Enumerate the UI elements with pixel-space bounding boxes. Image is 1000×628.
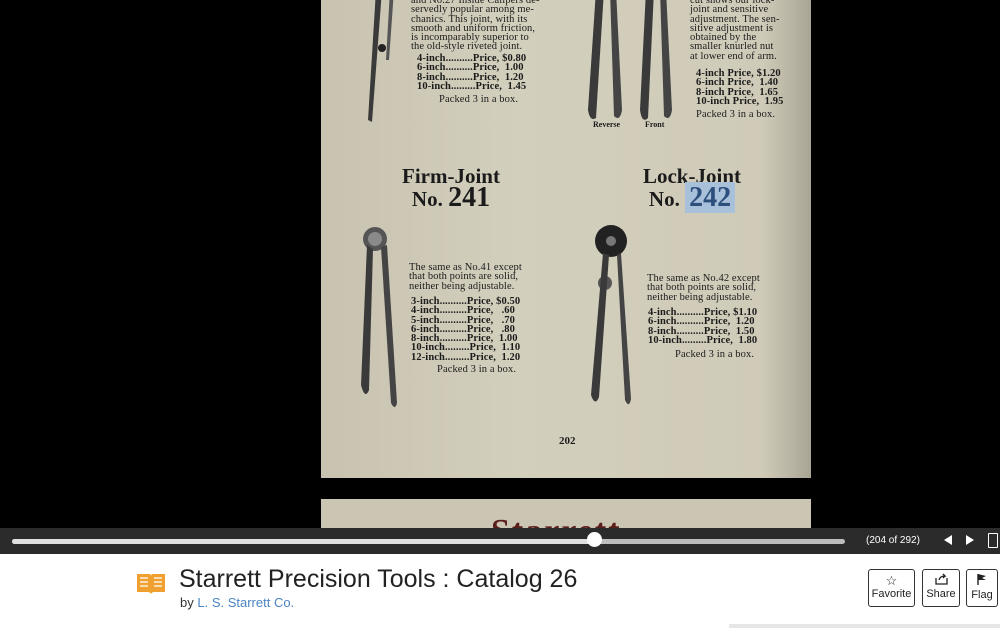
by-label: by [180, 595, 194, 610]
item-title: Starrett Precision Tools : Catalog 26 [179, 565, 578, 593]
star-icon: ☆ [885, 573, 898, 588]
author-link[interactable]: L. S. Starrett Co. [197, 595, 294, 610]
next-page-heading: Starrett [491, 513, 622, 528]
item-info-bar: Starrett Precision Tools : Catalog 26 by… [0, 554, 1000, 628]
caption-front: Front [645, 120, 665, 129]
right-prices: 4-inch..........Price, $1.10 6-inch.....… [648, 307, 758, 346]
favorite-button[interactable]: ☆ Favorite [868, 569, 915, 607]
share-icon [923, 573, 959, 588]
top-left-prices: 4-inch..........Price, $0.80 6-inch.....… [417, 53, 527, 92]
flag-label: Flag [971, 589, 993, 601]
scroll-indicator [729, 624, 1000, 628]
favorite-label: Favorite [871, 588, 912, 600]
top-right-prices: 4-inch Price, $1.20 6-inch Price, 1.40 8… [696, 68, 784, 107]
scrubber-track[interactable] [12, 539, 845, 544]
caption-reverse: Reverse [593, 120, 621, 129]
flag-button[interactable]: Flag [966, 569, 998, 607]
lock-joint-heading: Lock-Joint No. 242 [642, 164, 741, 213]
triangle-left-icon [944, 535, 952, 545]
page-number: 202 [559, 435, 576, 447]
share-label: Share [926, 588, 956, 600]
left-packed: Packed 3 in a box. [437, 364, 517, 375]
fullscreen-icon[interactable] [988, 533, 998, 548]
left-description: The same as No.41 except that both point… [409, 262, 522, 292]
top-right-packed: Packed 3 in a box. [696, 109, 776, 120]
left-prices: 3-inch..........Price, $0.50 4-inch.....… [411, 296, 521, 363]
flag-icon [967, 573, 997, 589]
top-left-description: and No.27 Inside Calipers de- servedly p… [411, 0, 540, 53]
right-description: The same as No.42 except that both point… [647, 273, 760, 303]
right-packed: Packed 3 in a box. [675, 349, 755, 360]
book-icon [135, 570, 167, 601]
scrubber-progress [12, 539, 594, 544]
next-page-button[interactable] [965, 534, 975, 549]
top-left-packed: Packed 3 in a box. [439, 94, 519, 105]
previous-page-button[interactable] [943, 534, 953, 549]
scrubber-handle[interactable] [586, 532, 602, 547]
next-book-page: Starrett [321, 499, 811, 528]
book-page: and No.27 Inside Calipers de- servedly p… [321, 0, 811, 478]
page-scrubber[interactable]: (204 of 292) [0, 528, 1000, 554]
top-right-description: cut shows our lock- joint and sensitive … [690, 0, 780, 62]
search-highlight: 242 [685, 182, 736, 213]
share-button[interactable]: Share [922, 569, 960, 607]
page-counter: (204 of 292) [866, 535, 920, 546]
byline: by L. S. Starrett Co. [180, 595, 294, 610]
triangle-right-icon [966, 535, 974, 545]
book-viewer[interactable]: and No.27 Inside Calipers de- servedly p… [0, 0, 1000, 528]
firm-joint-heading: Firm-Joint No. 241 [402, 164, 500, 213]
